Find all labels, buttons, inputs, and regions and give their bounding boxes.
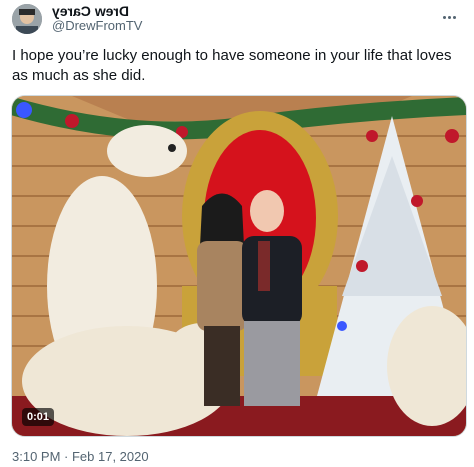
- tweet-text: I hope you’re lucky enough to have someo…: [12, 47, 452, 84]
- avatar[interactable]: [12, 4, 42, 34]
- author-display-name[interactable]: Drew Carey: [52, 3, 129, 19]
- tweet-header: Drew Carey @DrewFromTV: [12, 0, 462, 36]
- video-thumbnail: [12, 96, 466, 436]
- tweet-timestamp[interactable]: 3:10 PM · Feb 17, 2020: [12, 449, 149, 464]
- author-handle[interactable]: @DrewFromTV: [52, 18, 142, 34]
- more-options-icon[interactable]: [442, 6, 462, 22]
- video-duration-badge: 0:01: [22, 408, 55, 426]
- video-player[interactable]: 0:01: [11, 95, 467, 437]
